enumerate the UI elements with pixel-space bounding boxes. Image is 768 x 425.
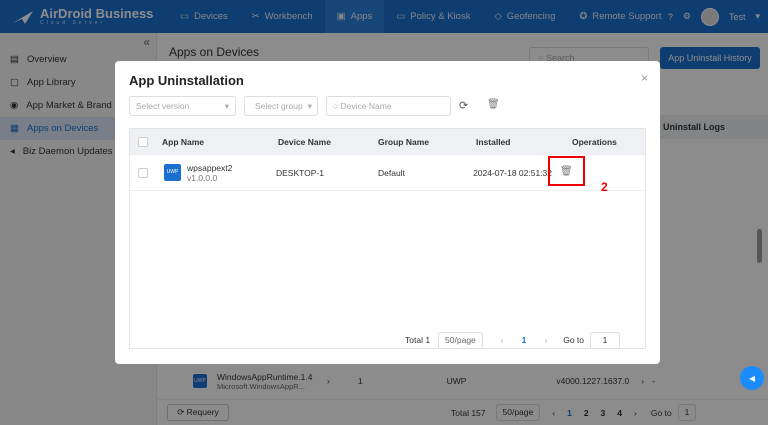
- device-placeholder: Device Name: [340, 101, 392, 111]
- pagination: Total 1 50/page ‹ 1 › Go to 1: [405, 331, 620, 349]
- version-placeholder: Select version: [136, 101, 190, 111]
- app-uninstallation-dialog: App Uninstallation × Select version ▾ Sel…: [115, 61, 660, 364]
- column-installed[interactable]: Installed: [462, 137, 558, 147]
- device-name: DESKTOP-1: [276, 167, 325, 178]
- page-number[interactable]: 1: [522, 335, 527, 345]
- chevron-down-icon: ▾: [307, 101, 312, 111]
- select-all-checkbox[interactable]: [138, 137, 148, 147]
- group-name: Default: [378, 167, 405, 178]
- column-app-name: App Name: [162, 137, 205, 147]
- column-operations: Operations: [572, 137, 617, 147]
- chevron-down-icon: ▾: [224, 101, 229, 111]
- version-select[interactable]: Select version ▾: [129, 96, 236, 116]
- dialog-title: App Uninstallation: [129, 73, 244, 88]
- total-count: Total 1: [405, 335, 431, 345]
- highlight-box: [548, 156, 585, 186]
- windows-app-icon: UWP: [164, 164, 181, 181]
- column-device-name[interactable]: Device Name: [266, 137, 364, 147]
- trash-icon[interactable]: 🗑: [487, 99, 500, 110]
- group-select[interactable]: Select group ▾: [244, 96, 318, 116]
- refresh-icon[interactable]: ⟳: [459, 99, 468, 112]
- installed-time: 2024-07-18 02:51:32: [473, 167, 552, 178]
- app-name-cell: UWP wpsappext2 v1.0.0.0: [158, 163, 266, 183]
- row-checkbox[interactable]: [138, 167, 148, 178]
- goto-label: Go to: [563, 335, 584, 345]
- table-header: App Name Device Name Group Name Installe…: [130, 129, 645, 155]
- next-page-icon[interactable]: ›: [544, 335, 547, 345]
- group-placeholder: Select group: [255, 101, 303, 111]
- floating-assist-button[interactable]: ◂: [740, 366, 764, 390]
- prev-page-icon[interactable]: ‹: [501, 335, 504, 345]
- scrollbar-thumb[interactable]: [757, 229, 762, 263]
- page-size-select[interactable]: 50/page: [438, 331, 483, 349]
- app-version: v1.0.0.0: [187, 172, 218, 183]
- close-icon[interactable]: ×: [641, 71, 648, 85]
- app-name: wpsappext2: [187, 162, 233, 173]
- goto-input[interactable]: 1: [590, 331, 620, 349]
- step-annotation: 2: [601, 180, 608, 194]
- column-group-name: Group Name: [378, 137, 430, 147]
- device-name-input[interactable]: ○ Device Name: [326, 96, 451, 116]
- search-icon: ○: [333, 101, 341, 111]
